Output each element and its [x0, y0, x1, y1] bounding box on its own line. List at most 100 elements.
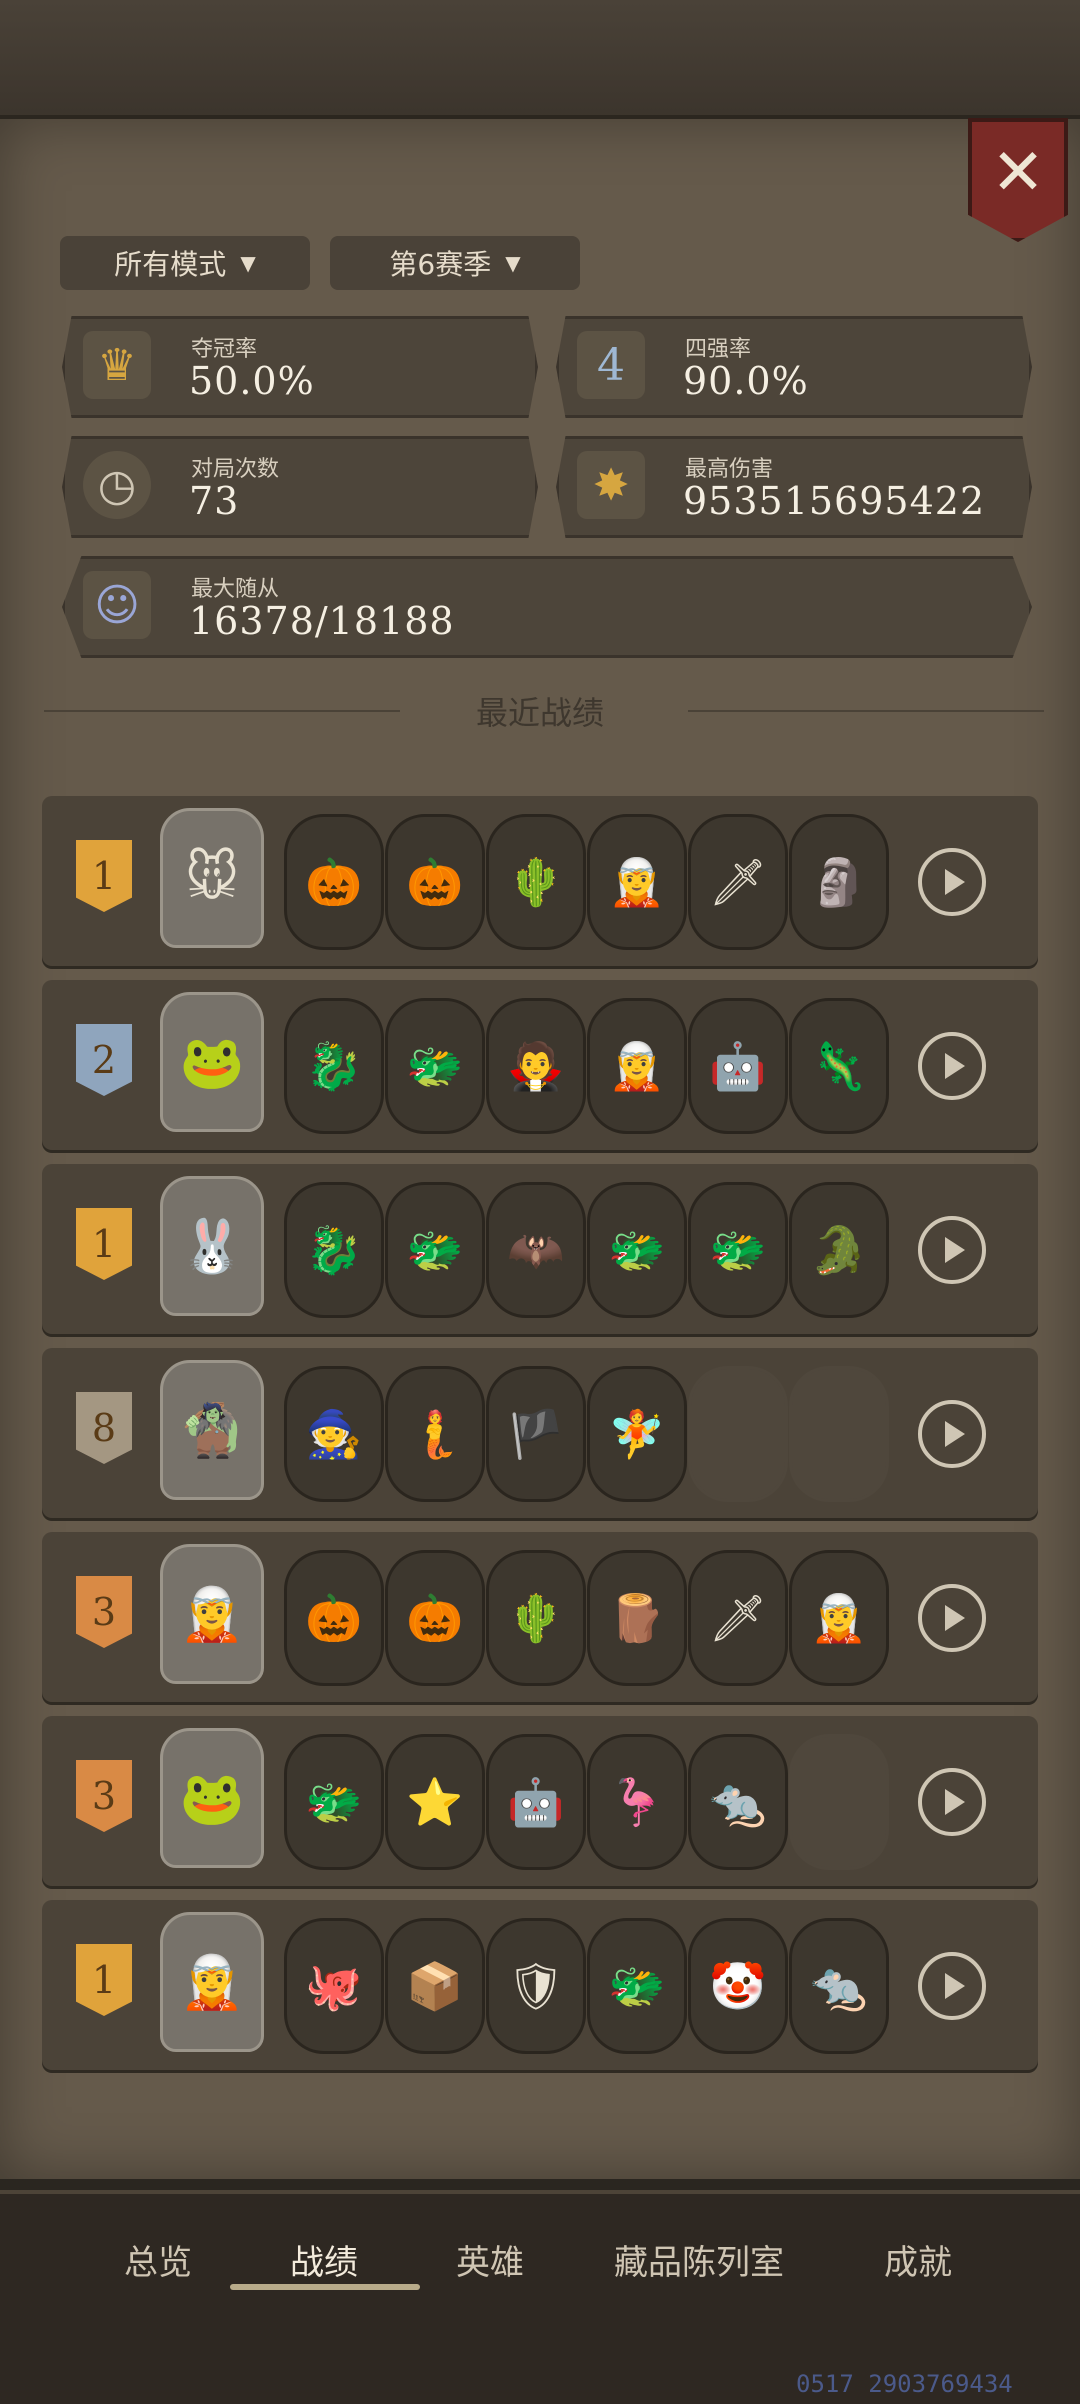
replay-play-button[interactable]	[918, 1032, 986, 1100]
minion-card[interactable]: 🛡	[486, 1918, 586, 2054]
hero-portrait[interactable]: 🧝	[160, 1544, 264, 1684]
stat-value: 953515695422	[683, 479, 986, 523]
tab-heroes[interactable]: 英雄	[456, 2235, 524, 2284]
rank-badge: 1	[76, 1208, 132, 1280]
play-icon	[945, 869, 965, 895]
minion-card[interactable]: 🧛	[486, 998, 586, 1134]
minion-card[interactable]: 🌵	[486, 814, 586, 950]
minion-card[interactable]: 🗿	[789, 814, 889, 950]
minion-card[interactable]: 🧝	[587, 814, 687, 950]
replay-play-button[interactable]	[918, 848, 986, 916]
minion-card[interactable]: 🐲	[688, 1182, 788, 1318]
rank-badge: 8	[76, 1392, 132, 1464]
minion-card[interactable]: 🎃	[284, 1550, 384, 1686]
match-row: 1 🧝 🐙 📦 🛡 🐲 🤡 🐀	[42, 1900, 1038, 2070]
minion-card[interactable]: 🐀	[789, 1918, 889, 2054]
minion-card[interactable]: 🌵	[486, 1550, 586, 1686]
stat-max-minion: ☺ 最大随从 16378/18188	[62, 556, 1032, 658]
rank-badge: 1	[76, 1944, 132, 2016]
minion-card[interactable]: 🐉	[284, 1182, 384, 1318]
minion-card[interactable]: 🦩	[587, 1734, 687, 1870]
stat-max-damage: ✸ 最高伤害 953515695422	[556, 436, 1032, 538]
minion-card[interactable]: 🗡	[688, 814, 788, 950]
stat-top4-rate: 4 四强率 90.0%	[556, 316, 1032, 418]
rank-badge: 3	[76, 1760, 132, 1832]
top-background	[0, 0, 1080, 130]
minion-card[interactable]: 🧝	[587, 998, 687, 1134]
tab-record[interactable]: 战绩	[290, 2235, 358, 2284]
minion-card[interactable]: 🏴	[486, 1366, 586, 1502]
watermark: 0517 2903769434	[796, 2370, 1013, 2398]
minion-card[interactable]: 🧚	[587, 1366, 687, 1502]
match-row: 2 🐸 🐉 🐲 🧛 🧝 🤖 🦎	[42, 980, 1038, 1150]
hero-portrait[interactable]: 🐸	[160, 1728, 264, 1868]
minion-card[interactable]: 🤖	[688, 998, 788, 1134]
minion-card[interactable]: 🐲	[385, 1182, 485, 1318]
minion-card[interactable]: 🐀	[688, 1734, 788, 1870]
replay-play-button[interactable]	[918, 1952, 986, 2020]
divider-right	[688, 710, 1044, 712]
replay-play-button[interactable]	[918, 1400, 986, 1468]
play-icon	[945, 1421, 965, 1447]
tab-achievements[interactable]: 成就	[884, 2235, 952, 2284]
season-filter-dropdown[interactable]: 第6赛季 ▼	[330, 236, 580, 290]
play-icon	[945, 1237, 965, 1263]
tab-overview[interactable]: 总览	[124, 2235, 192, 2284]
empty-minion-slot	[688, 1366, 788, 1502]
minion-card[interactable]: 📦	[385, 1918, 485, 2054]
close-icon: ✕	[991, 136, 1045, 210]
stat-value: 90.0%	[683, 359, 809, 403]
minion-card[interactable]: 🎃	[385, 1550, 485, 1686]
play-icon	[945, 1973, 965, 1999]
hero-portrait[interactable]: 🧝	[160, 1912, 264, 2052]
minion-card[interactable]: 🐲	[284, 1734, 384, 1870]
minion-card[interactable]: 🐉	[284, 998, 384, 1134]
hero-portrait[interactable]: 🧌	[160, 1360, 264, 1500]
hero-portrait[interactable]: 🐭	[160, 808, 264, 948]
clock-icon: ◷	[83, 451, 151, 519]
minion-card[interactable]: 🦇	[486, 1182, 586, 1318]
chevron-down-icon: ▼	[505, 251, 521, 275]
hero-portrait[interactable]: 🐰	[160, 1176, 264, 1316]
minion-card[interactable]: 🪵	[587, 1550, 687, 1686]
hero-portrait[interactable]: 🐸	[160, 992, 264, 1132]
minion-card[interactable]: 🐲	[587, 1182, 687, 1318]
minion-card[interactable]: 🎃	[385, 814, 485, 950]
minion-card[interactable]: 🧙	[284, 1366, 384, 1502]
minion-card[interactable]: 🤡	[688, 1918, 788, 2054]
stat-win-rate: ♛ 夺冠率 50.0%	[62, 316, 538, 418]
replay-play-button[interactable]	[918, 1216, 986, 1284]
minion-card[interactable]: 🐲	[587, 1918, 687, 2054]
minion-card[interactable]: 🐲	[385, 998, 485, 1134]
minion-card[interactable]: 🗡	[688, 1550, 788, 1686]
minion-card[interactable]: ⭐	[385, 1734, 485, 1870]
crown-icon: ♛	[83, 331, 151, 399]
replay-play-button[interactable]	[918, 1768, 986, 1836]
match-row: 3 🐸 🐲 ⭐ 🤖 🦩 🐀	[42, 1716, 1038, 1886]
minion-card[interactable]: 🧝	[789, 1550, 889, 1686]
play-icon	[945, 1789, 965, 1815]
match-row: 8 🧌 🧙 🧜 🏴 🧚	[42, 1348, 1038, 1518]
portrait-icon: ☺	[83, 571, 151, 639]
mode-filter-label: 所有模式	[114, 248, 227, 281]
empty-minion-slot	[789, 1366, 889, 1502]
season-filter-label: 第6赛季	[389, 248, 492, 281]
empty-minion-slot	[789, 1734, 889, 1870]
minion-card[interactable]: 🦎	[789, 998, 889, 1134]
replay-play-button[interactable]	[918, 1584, 986, 1652]
tab-collection[interactable]: 藏品陈列室	[614, 2235, 784, 2284]
minion-card[interactable]: 🐊	[789, 1182, 889, 1318]
stat-value: 16378/18188	[189, 599, 455, 643]
minion-card[interactable]: 🎃	[284, 814, 384, 950]
stat-value: 73	[189, 479, 240, 523]
mode-filter-dropdown[interactable]: 所有模式 ▼	[60, 236, 310, 290]
damage-burst-icon: ✸	[577, 451, 645, 519]
rank-badge: 2	[76, 1024, 132, 1096]
chevron-down-icon: ▼	[240, 251, 256, 275]
rank-badge: 3	[76, 1576, 132, 1648]
minion-card[interactable]: 🐙	[284, 1918, 384, 2054]
match-row: 1 🐭 🎃 🎃 🌵 🧝 🗡 🗿	[42, 796, 1038, 966]
stat-matches: ◷ 对局次数 73	[62, 436, 538, 538]
minion-card[interactable]: 🤖	[486, 1734, 586, 1870]
minion-card[interactable]: 🧜	[385, 1366, 485, 1502]
